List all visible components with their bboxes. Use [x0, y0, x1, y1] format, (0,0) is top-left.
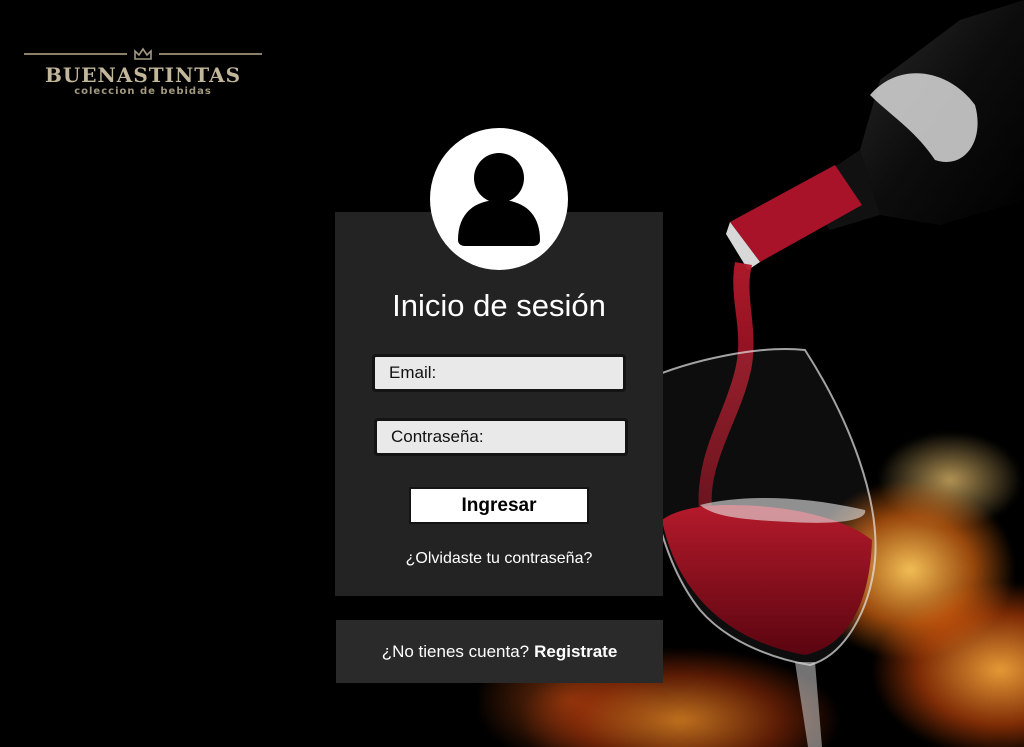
glass-stem: [795, 662, 822, 747]
register-link[interactable]: Registrate: [534, 642, 617, 662]
bottle-capsule: [730, 165, 862, 262]
brand-logo: BUENASTINTAS coleccion de bebidas: [24, 46, 262, 98]
user-silhouette-icon: [458, 153, 540, 246]
logo-rule-left: [24, 53, 127, 55]
wine-in-glass: [662, 505, 872, 655]
email-field[interactable]: [372, 354, 626, 392]
login-title: Inicio de sesión: [392, 288, 606, 323]
avatar: [430, 128, 568, 270]
login-button[interactable]: Ingresar: [409, 487, 589, 524]
login-page: BUENASTINTAS coleccion de bebidas Inicio…: [0, 0, 1024, 747]
register-card: ¿No tienes cuenta? Registrate: [336, 620, 663, 683]
logo-ornament-row: [24, 46, 262, 62]
brand-tagline: coleccion de bebidas: [74, 86, 212, 97]
password-field[interactable]: [374, 418, 628, 456]
register-prompt: ¿No tienes cuenta?: [381, 641, 530, 661]
brand-name: BUENASTINTAS: [44, 63, 242, 87]
forgot-password-link[interactable]: ¿Olvidaste tu contraseña?: [335, 548, 663, 570]
crown-icon: [134, 47, 152, 60]
logo-rule-right: [159, 53, 262, 55]
